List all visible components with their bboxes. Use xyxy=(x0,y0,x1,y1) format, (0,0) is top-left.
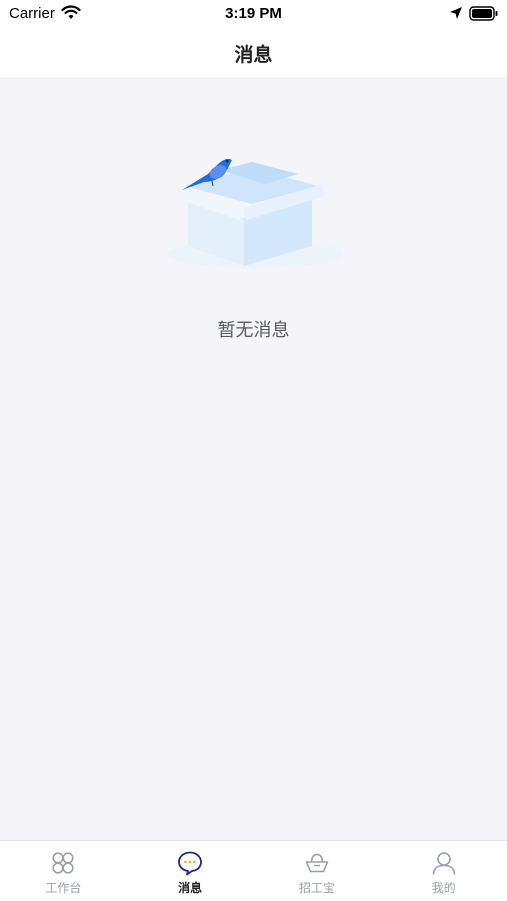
tab-label: 我的 xyxy=(431,881,456,895)
status-time: 3:19 PM xyxy=(225,5,282,22)
page-title: 消息 xyxy=(234,45,273,66)
tab-profile[interactable]: 我的 xyxy=(380,841,507,901)
battery-icon xyxy=(469,6,498,21)
grid-icon xyxy=(52,852,74,874)
tab-recruit[interactable]: 招工宝 xyxy=(254,841,381,901)
tab-messages[interactable]: 消息 xyxy=(127,841,254,901)
tab-label: 消息 xyxy=(178,881,203,895)
tab-bar: 工作台 消息 招工宝 我的 xyxy=(0,840,507,901)
empty-state-text: 暂无消息 xyxy=(217,320,290,340)
ingot-icon xyxy=(305,853,329,873)
empty-box-illustration xyxy=(167,158,343,268)
tab-label: 招工宝 xyxy=(298,881,335,895)
status-bar: Carrier 3:19 PM xyxy=(0,0,507,28)
user-icon xyxy=(432,852,455,875)
tab-workbench[interactable]: 工作台 xyxy=(0,841,127,901)
tab-label: 工作台 xyxy=(45,881,82,895)
location-arrow-icon xyxy=(450,7,462,19)
chat-bubble-icon xyxy=(178,851,203,876)
nav-bar: 消息 xyxy=(0,28,507,79)
